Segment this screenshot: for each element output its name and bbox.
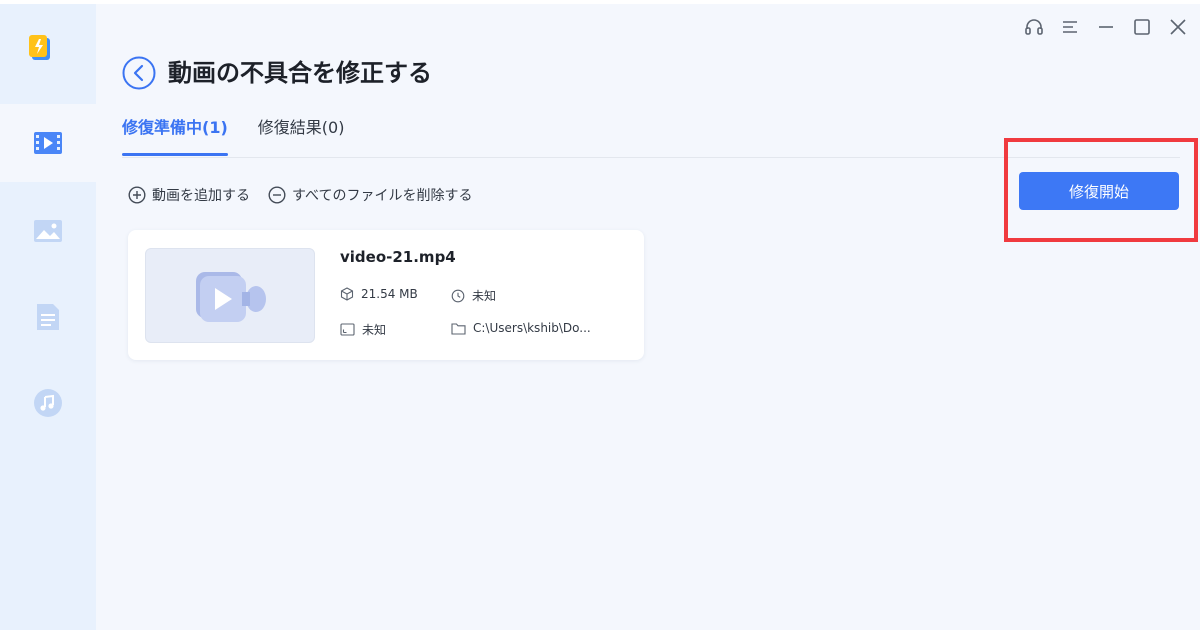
file-size-value: 21.54 MB — [361, 287, 418, 301]
tab-preparing[interactable]: 修復準備中(1) — [122, 114, 228, 158]
clock-icon — [451, 289, 465, 302]
minimize-button[interactable] — [1096, 17, 1116, 37]
add-video-label: 動画を追加する — [152, 188, 250, 204]
file-duration: 未知 — [451, 287, 496, 304]
sidebar-item-audio-repair[interactable] — [0, 364, 96, 442]
file-name: video-21.mp4 — [340, 248, 456, 266]
sidebar-item-document-repair[interactable] — [0, 278, 96, 356]
menu-button[interactable] — [1060, 17, 1080, 37]
page-title: 動画の不具合を修正する — [168, 59, 432, 87]
headset-icon — [1025, 19, 1043, 35]
tab-results[interactable]: 修復結果(0) — [258, 114, 345, 158]
start-repair-button[interactable]: 修復開始 — [1019, 172, 1179, 210]
video-camera-icon — [196, 271, 266, 322]
file-resolution: 未知 — [340, 321, 386, 338]
close-button[interactable] — [1168, 17, 1188, 37]
file-resolution-value: 未知 — [362, 323, 387, 337]
app-logo-icon — [29, 35, 50, 60]
video-repair-icon — [34, 132, 62, 154]
support-button[interactable] — [1024, 17, 1044, 37]
menu-icon — [1063, 21, 1077, 33]
maximize-button[interactable] — [1132, 17, 1152, 37]
plus-circle-icon — [128, 186, 146, 204]
folder-icon — [451, 322, 466, 335]
minimize-icon — [1099, 26, 1113, 28]
app-logo-cell — [0, 4, 96, 104]
photo-repair-icon — [34, 220, 62, 242]
back-button[interactable] — [122, 56, 156, 90]
window-controls — [1024, 14, 1188, 40]
back-arrow-icon — [122, 56, 156, 90]
title-bar-strip — [0, 0, 1200, 4]
sidebar — [0, 4, 96, 630]
file-path-value: C:\Users\kshib\Do... — [473, 321, 591, 335]
sidebar-item-photo-repair[interactable] — [0, 192, 96, 270]
file-actions: 動画を追加する すべてのファイルを削除する — [128, 184, 472, 206]
delete-all-button[interactable]: すべてのファイルを削除する — [268, 185, 472, 205]
video-thumbnail — [145, 248, 315, 343]
file-duration-value: 未知 — [472, 289, 497, 303]
resolution-icon — [340, 323, 355, 336]
document-repair-icon — [37, 304, 59, 330]
sidebar-item-video-repair[interactable] — [0, 104, 96, 182]
box-icon — [340, 287, 354, 301]
file-card[interactable]: video-21.mp4 21.54 MB 未知 未知 C:\Users\ksh… — [128, 230, 644, 360]
minus-circle-icon — [268, 186, 286, 204]
maximize-icon — [1134, 19, 1150, 35]
tab-bar: 修復準備中(1) 修復結果(0) — [122, 114, 344, 158]
close-icon — [1170, 19, 1186, 35]
add-video-button[interactable]: 動画を追加する — [128, 185, 250, 205]
delete-all-label: すべてのファイルを削除する — [292, 188, 473, 204]
file-size: 21.54 MB — [340, 287, 418, 301]
file-path: C:\Users\kshib\Do... — [451, 321, 591, 335]
audio-repair-icon — [34, 389, 62, 417]
